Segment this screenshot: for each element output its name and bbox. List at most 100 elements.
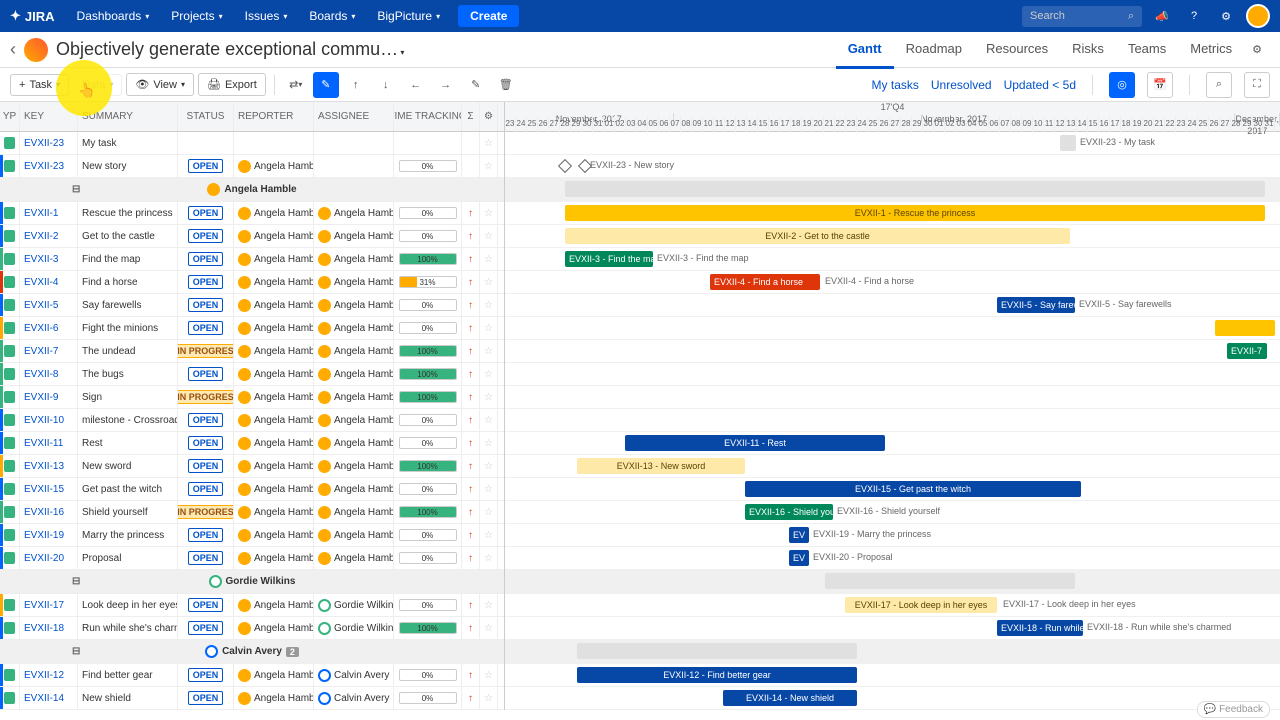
favorite-star-icon[interactable]: ☆ xyxy=(480,363,498,385)
reporter-cell[interactable]: Angela Hamble xyxy=(234,386,314,408)
assignee-cell[interactable] xyxy=(314,155,394,177)
favorite-star-icon[interactable]: ☆ xyxy=(480,664,498,686)
nav-boards[interactable]: Boards xyxy=(299,3,365,29)
issue-key[interactable]: EVXII-11 xyxy=(20,432,78,454)
favorite-star-icon[interactable]: ☆ xyxy=(480,432,498,454)
assignee-cell[interactable]: Angela Hamble xyxy=(314,409,394,431)
gantt-bar[interactable]: EVXII-4 - Find a horse xyxy=(710,274,820,290)
issue-key[interactable]: EVXII-19 xyxy=(20,524,78,546)
assignee-cell[interactable]: Angela Hamble xyxy=(314,547,394,569)
issue-key[interactable]: EVXII-4 xyxy=(20,271,78,293)
favorite-star-icon[interactable]: ☆ xyxy=(480,132,498,154)
create-button[interactable]: Create xyxy=(458,5,519,27)
fullscreen-button[interactable]: ⛶ xyxy=(1244,72,1270,98)
tab-gantt[interactable]: Gantt xyxy=(836,31,894,69)
help-icon[interactable]: ? xyxy=(1182,4,1206,28)
gantt-bar[interactable]: EVXII-12 - Find better gear xyxy=(577,667,857,683)
col-reporter[interactable]: REPORTER xyxy=(234,102,314,131)
reporter-cell[interactable]: Angela Hamble xyxy=(234,202,314,224)
issue-summary[interactable]: Rest xyxy=(78,432,178,454)
calendar-button[interactable]: 📅 xyxy=(1147,72,1173,98)
issue-summary[interactable]: Say farewells xyxy=(78,294,178,316)
reporter-cell[interactable]: Angela Hamble xyxy=(234,501,314,523)
issue-summary[interactable]: Sign xyxy=(78,386,178,408)
favorite-star-icon[interactable]: ☆ xyxy=(480,524,498,546)
assignee-cell[interactable]: Angela Hamble xyxy=(314,432,394,454)
assignee-cell[interactable]: Angela Hamble xyxy=(314,225,394,247)
nav-bigpicture[interactable]: BigPicture xyxy=(367,3,450,29)
favorite-star-icon[interactable]: ☆ xyxy=(480,617,498,639)
assignee-cell[interactable]: Angela Hamble xyxy=(314,524,394,546)
issue-key[interactable]: EVXII-20 xyxy=(20,547,78,569)
issue-key[interactable]: EVXII-6 xyxy=(20,317,78,339)
jira-logo[interactable]: ✦ JIRA xyxy=(10,8,55,24)
feedback-button[interactable]: 💬 Feedback xyxy=(1197,701,1270,718)
favorite-star-icon[interactable]: ☆ xyxy=(480,501,498,523)
table-row[interactable]: EVXII-17 Look deep in her eyes OPEN Ange… xyxy=(0,594,504,617)
favorite-star-icon[interactable]: ☆ xyxy=(480,317,498,339)
issue-key[interactable]: EVXII-3 xyxy=(20,248,78,270)
favorite-star-icon[interactable]: ☆ xyxy=(480,271,498,293)
gantt-bar[interactable]: EVXII-15 - Get past the witch xyxy=(745,481,1081,497)
assignee-cell[interactable]: Angela Hamble xyxy=(314,271,394,293)
table-row[interactable]: EVXII-15 Get past the witch OPEN Angela … xyxy=(0,478,504,501)
reporter-cell[interactable]: Angela Hamble xyxy=(234,547,314,569)
favorite-star-icon[interactable]: ☆ xyxy=(480,155,498,177)
gantt-bar[interactable]: EVXII-16 - Shield yours xyxy=(745,504,833,520)
reporter-cell[interactable]: Angela Hamble xyxy=(234,317,314,339)
col-type[interactable]: YP xyxy=(0,102,20,131)
gantt-bar[interactable]: EVXII-7 xyxy=(1227,343,1267,359)
settings-icon[interactable]: ⚙ xyxy=(1214,4,1238,28)
gantt-bar[interactable]: EVXII-13 - New sword xyxy=(577,458,745,474)
issue-key[interactable]: EVXII-8 xyxy=(20,363,78,385)
gantt-bar[interactable]: EVXII-14 - New shield xyxy=(723,690,857,706)
gantt-bar[interactable]: EVXII-5 - Say farew xyxy=(997,297,1075,313)
assignee-cell[interactable]: Calvin Avery xyxy=(314,664,394,686)
favorite-star-icon[interactable]: ☆ xyxy=(480,225,498,247)
col-assignee[interactable]: ASSIGNEE xyxy=(314,102,394,131)
indent-down-button[interactable]: ↓ xyxy=(373,72,399,98)
assignee-cell[interactable]: Angela Hamble xyxy=(314,501,394,523)
favorite-star-icon[interactable]: ☆ xyxy=(480,687,498,709)
project-title[interactable]: Objectively generate exceptional commu… xyxy=(56,39,404,60)
gantt-bar[interactable]: EVXII-17 - Look deep in her eyes xyxy=(845,597,997,613)
issue-summary[interactable]: Marry the princess xyxy=(78,524,178,546)
export-button[interactable]: 🖨Export xyxy=(198,73,266,96)
favorite-star-icon[interactable]: ☆ xyxy=(480,409,498,431)
gantt-bar[interactable] xyxy=(1060,135,1076,151)
table-row[interactable]: EVXII-9 Sign IN PROGRES Angela Hamble An… xyxy=(0,386,504,409)
gantt-bar[interactable] xyxy=(577,643,857,659)
table-row[interactable]: EVXII-14 New shield OPEN Angela Hamble C… xyxy=(0,687,504,710)
tab-teams[interactable]: Teams xyxy=(1116,31,1178,69)
goto-today-button[interactable]: ◎ xyxy=(1109,72,1135,98)
table-row[interactable]: EVXII-18 Run while she's charm OPEN Ange… xyxy=(0,617,504,640)
reporter-cell[interactable]: Angela Hamble xyxy=(234,409,314,431)
table-row[interactable]: EVXII-23 My task ☆ xyxy=(0,132,504,155)
gantt-bar[interactable]: EV xyxy=(789,527,809,543)
table-row[interactable]: EVXII-11 Rest OPEN Angela Hamble Angela … xyxy=(0,432,504,455)
issue-summary[interactable]: Run while she's charm xyxy=(78,617,178,639)
favorite-star-icon[interactable]: ☆ xyxy=(480,386,498,408)
tab-risks[interactable]: Risks xyxy=(1060,31,1116,69)
table-row[interactable]: EVXII-5 Say farewells OPEN Angela Hamble… xyxy=(0,294,504,317)
issue-summary[interactable]: Find the map xyxy=(78,248,178,270)
issue-summary[interactable]: Get to the castle xyxy=(78,225,178,247)
reporter-cell[interactable]: Angela Hamble xyxy=(234,524,314,546)
table-row[interactable]: EVXII-12 Find better gear OPEN Angela Ha… xyxy=(0,664,504,687)
filter-mytasks[interactable]: My tasks xyxy=(872,78,919,92)
table-row[interactable]: EVXII-6 Fight the minions OPEN Angela Ha… xyxy=(0,317,504,340)
collapse-icon[interactable]: ⊟ xyxy=(72,646,80,657)
collapse-icon[interactable]: ⊟ xyxy=(72,576,80,587)
reporter-cell[interactable]: Angela Hamble xyxy=(234,363,314,385)
issue-key[interactable]: EVXII-2 xyxy=(20,225,78,247)
table-row[interactable]: EVXII-23 New story OPEN Angela Hamble 0%… xyxy=(0,155,504,178)
assignee-cell[interactable]: Angela Hamble xyxy=(314,363,394,385)
reporter-cell[interactable]: Angela Hamble xyxy=(234,248,314,270)
reporter-cell[interactable]: Angela Hamble xyxy=(234,664,314,686)
issue-summary[interactable]: Look deep in her eyes xyxy=(78,594,178,616)
assignee-cell[interactable]: Angela Hamble xyxy=(314,455,394,477)
search-toolbar-button[interactable]: ⌕ xyxy=(1206,72,1232,98)
assignee-cell[interactable]: Angela Hamble xyxy=(314,317,394,339)
col-summary[interactable]: SUMMARY xyxy=(78,102,178,131)
reporter-cell[interactable]: Angela Hamble xyxy=(234,225,314,247)
